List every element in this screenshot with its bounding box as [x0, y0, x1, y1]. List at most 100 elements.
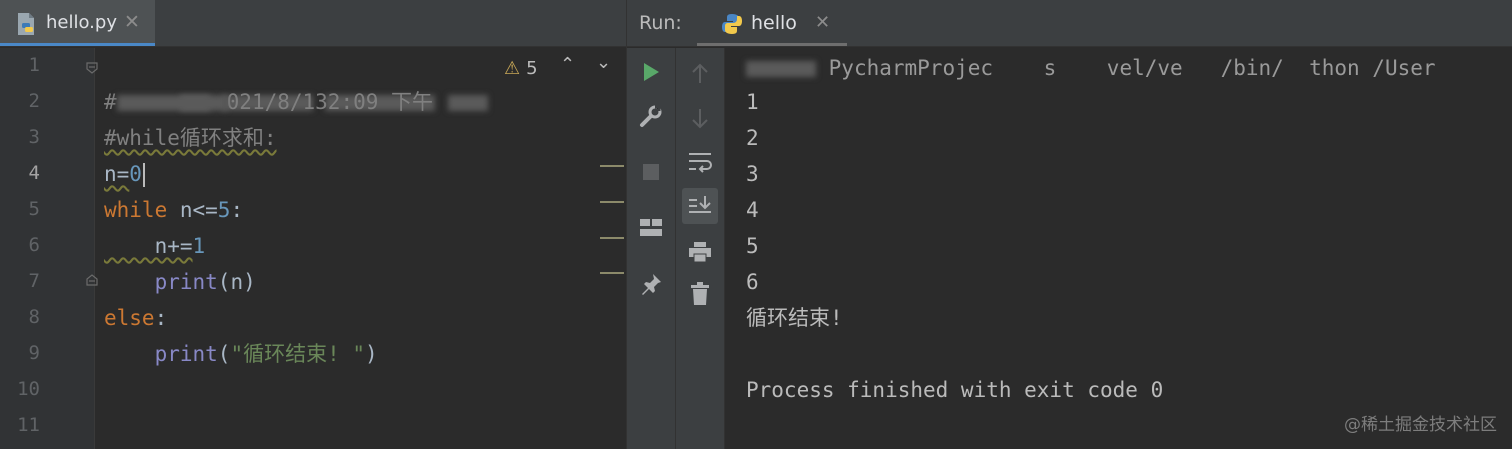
- line-number: 11: [17, 414, 40, 436]
- console-line: 6: [746, 270, 759, 294]
- code-number: 5: [217, 198, 231, 222]
- editor-pane: hello.py ✕ 1 2 3 4 5 6 7 8 9 10 11 #021/…: [0, 0, 626, 449]
- console-end-message: 循环结束!: [746, 306, 843, 330]
- scroll-to-end-icon: [689, 196, 711, 213]
- arrow-down-icon: [692, 109, 708, 129]
- scrollbar-marker[interactable]: [600, 237, 624, 239]
- line-number-gutter: 1 2 3 4 5 6 7 8 9 10 11: [0, 48, 98, 449]
- soft-wrap-icon: [689, 153, 712, 173]
- pin-icon: [642, 274, 661, 295]
- code-line-6: n+=1: [104, 228, 206, 264]
- console-process-finished: Process finished with exit code 0: [746, 378, 1164, 402]
- soft-wrap-button[interactable]: [686, 148, 714, 176]
- console-line: 1: [746, 90, 759, 114]
- line-number-current: 4: [28, 162, 40, 184]
- console-line: 2: [746, 126, 759, 150]
- stop-icon: [643, 164, 659, 180]
- warning-icon: ⚠: [504, 58, 521, 79]
- line-number: 8: [28, 306, 40, 328]
- line-number: 1: [28, 54, 40, 76]
- code-token: (: [217, 342, 231, 366]
- console-output[interactable]: PycharmProjec s vel/ve /bin/ thon /User …: [746, 48, 1506, 449]
- line-number: 3: [28, 126, 40, 148]
- close-tab-icon[interactable]: ✕: [124, 11, 140, 33]
- line-number: 5: [28, 198, 40, 220]
- next-highlight-icon[interactable]: ⌄: [596, 52, 611, 73]
- pin-tab-button[interactable]: [637, 270, 665, 298]
- clear-all-button[interactable]: [686, 280, 714, 308]
- command-path-text: PycharmProjec s vel/ve /bin/ thon /User: [828, 56, 1436, 80]
- previous-highlight-icon[interactable]: ⌃: [560, 54, 575, 75]
- run-header: Run: hello ✕: [627, 0, 1512, 47]
- code-token: ): [365, 342, 378, 366]
- run-tool-window: Run: hello ✕ PycharmProjec s vel/ve /bin…: [626, 0, 1512, 449]
- run-toolbar-primary: [627, 48, 676, 449]
- file-tab-hello-py[interactable]: hello.py ✕: [0, 0, 155, 46]
- restore-layout-button[interactable]: [637, 214, 665, 242]
- scroll-to-end-button[interactable]: [682, 188, 718, 224]
- file-tab-label: hello.py: [46, 12, 117, 33]
- warning-count: 5: [526, 58, 538, 79]
- code-number: 1: [192, 234, 206, 258]
- run-toolbar-secondary: [676, 48, 725, 449]
- scrollbar-marker[interactable]: [600, 201, 624, 203]
- code-builtin: print: [104, 342, 218, 366]
- code-builtin: print: [104, 270, 218, 294]
- comment-date-text: 021/8/132:09 下午: [226, 90, 434, 114]
- line-number: 6: [28, 234, 40, 256]
- code-keyword: else: [104, 306, 155, 330]
- line-number: 9: [28, 342, 40, 364]
- scrollbar-marker[interactable]: [600, 165, 624, 167]
- active-tab-indicator: [0, 43, 155, 46]
- code-keyword: while: [104, 198, 168, 222]
- scrollbar-marker[interactable]: [600, 272, 624, 274]
- run-label: Run:: [639, 12, 682, 34]
- print-button[interactable]: [686, 238, 714, 266]
- line-number: 7: [28, 270, 40, 292]
- code-line-1-redacted: [104, 48, 488, 111]
- code-line-5: while n<=5:: [104, 192, 243, 228]
- code-token: n+=: [104, 234, 193, 258]
- console-line: 5: [746, 234, 759, 258]
- line-number: 10: [17, 378, 40, 400]
- run-tab-label: hello: [751, 12, 797, 34]
- close-run-tab-icon[interactable]: ✕: [815, 12, 830, 33]
- code-line-3: #while循环求和:: [104, 120, 277, 156]
- rerun-button[interactable]: [637, 58, 665, 86]
- down-stack-button[interactable]: [686, 104, 714, 132]
- code-number: 0: [129, 162, 142, 186]
- comment-text: #while循环求和:: [104, 126, 277, 150]
- edit-configuration-button[interactable]: [637, 102, 665, 130]
- code-token: :: [154, 306, 168, 330]
- code-line-9: print("循环结束! "): [104, 336, 378, 372]
- line-number: 2: [28, 90, 40, 112]
- code-line-7: print(n): [104, 264, 256, 300]
- watermark: @稀土掘金技术社区: [1344, 415, 1497, 435]
- code-line-2: #021/8/132:09 下午: [104, 90, 434, 114]
- code-token: n=: [104, 162, 130, 186]
- wrench-icon: [640, 105, 662, 127]
- code-string: "循环结束! ": [230, 342, 366, 366]
- stop-button[interactable]: [637, 158, 665, 186]
- console-line: 3: [746, 162, 759, 186]
- fold-open-icon[interactable]: [86, 62, 98, 74]
- layout-icon: [640, 219, 662, 236]
- editor-tab-bar: hello.py ✕: [0, 0, 626, 47]
- active-run-tab-indicator: [697, 43, 847, 46]
- console-line: 4: [746, 198, 759, 222]
- code-token: (n): [217, 270, 256, 294]
- inspection-widget[interactable]: ⚠ 5: [504, 58, 538, 79]
- print-icon: [689, 242, 711, 263]
- run-tab-hello[interactable]: hello ✕: [697, 0, 847, 46]
- run-icon: [644, 63, 659, 81]
- python-icon: [722, 14, 742, 34]
- up-stack-button[interactable]: [686, 60, 714, 88]
- fold-end-icon[interactable]: [86, 274, 98, 286]
- python-file-icon: [18, 13, 34, 35]
- code-line-4: n=0: [104, 156, 145, 192]
- trash-icon: [691, 282, 709, 305]
- text-caret: [142, 163, 145, 187]
- code-line-8: else:: [104, 300, 167, 336]
- code-token: n<=: [167, 198, 218, 222]
- console-command-line: PycharmProjec s vel/ve /bin/ thon /User: [746, 50, 1436, 86]
